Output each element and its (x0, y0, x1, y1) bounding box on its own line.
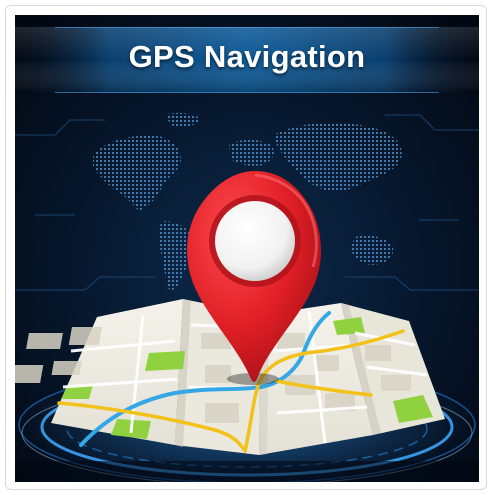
gps-navigation-banner: GPS Navigation (15, 15, 479, 482)
bottom-shade (15, 461, 479, 482)
app-card[interactable]: GPS Navigation (5, 5, 487, 490)
banner-title: GPS Navigation (128, 39, 366, 74)
title-bar: GPS Navigation (15, 15, 479, 99)
